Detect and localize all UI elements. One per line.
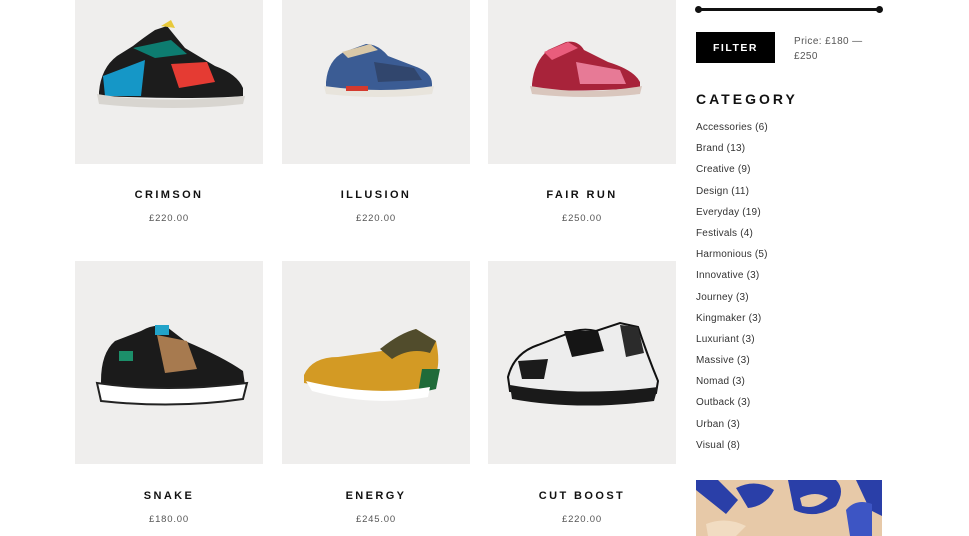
category-item[interactable]: Brand (13): [696, 143, 768, 164]
product-card[interactable]: CRIMSON £220.00: [75, 0, 263, 224]
product-name[interactable]: FAIR RUN: [488, 189, 676, 201]
price-range-slider[interactable]: [695, 6, 883, 13]
product-image[interactable]: [282, 261, 470, 464]
product-price: £220.00: [149, 213, 189, 224]
product-image[interactable]: [75, 261, 263, 464]
sneaker-image-energy: [304, 329, 440, 401]
category-item[interactable]: Luxuriant (3): [696, 334, 768, 355]
product-name[interactable]: ENERGY: [282, 490, 470, 502]
product-card[interactable]: SNAKE £180.00: [75, 261, 263, 525]
price-range-label: Price: £180 — £250: [794, 36, 863, 62]
category-item[interactable]: Innovative (3): [696, 270, 768, 291]
product-image[interactable]: [488, 0, 676, 164]
product-card[interactable]: ENERGY £245.00: [282, 261, 470, 525]
category-item[interactable]: Journey (3): [696, 292, 768, 313]
sneaker-image-cut-boost: [506, 321, 660, 406]
product-image[interactable]: [488, 261, 676, 464]
product-price: £250.00: [562, 213, 602, 224]
product-price: £220.00: [356, 213, 396, 224]
category-item[interactable]: Festivals (4): [696, 228, 768, 249]
product-name[interactable]: CRIMSON: [75, 189, 263, 201]
product-card[interactable]: FAIR RUN £250.00: [488, 0, 676, 224]
category-item[interactable]: Outback (3): [696, 397, 768, 418]
category-list: Accessories (6) Brand (13) Creative (9) …: [696, 122, 768, 461]
category-title: CATEGORY: [696, 91, 798, 107]
slider-max-handle[interactable]: [876, 6, 883, 13]
product-price: £180.00: [149, 514, 189, 525]
product-name[interactable]: SNAKE: [75, 490, 263, 502]
category-item[interactable]: Everyday (19): [696, 207, 768, 228]
product-price: £245.00: [356, 514, 396, 525]
category-item[interactable]: Kingmaker (3): [696, 313, 768, 334]
category-item[interactable]: Urban (3): [696, 419, 768, 440]
sneaker-image-illusion: [324, 44, 434, 97]
category-item[interactable]: Harmonious (5): [696, 249, 768, 270]
category-item[interactable]: Accessories (6): [696, 122, 768, 143]
product-name[interactable]: CUT BOOST: [488, 490, 676, 502]
slider-min-handle[interactable]: [695, 6, 702, 13]
category-item[interactable]: Massive (3): [696, 355, 768, 376]
sneaker-image-fair-run: [530, 41, 642, 97]
promo-banner-image[interactable]: [696, 480, 882, 536]
product-image[interactable]: [282, 0, 470, 164]
filter-button[interactable]: FILTER: [696, 32, 775, 63]
category-item[interactable]: Creative (9): [696, 164, 768, 185]
category-item[interactable]: Nomad (3): [696, 376, 768, 397]
product-name[interactable]: ILLUSION: [282, 189, 470, 201]
sneaker-image-snake: [95, 325, 249, 406]
product-card[interactable]: ILLUSION £220.00: [282, 0, 470, 224]
category-item[interactable]: Visual (8): [696, 440, 768, 461]
product-image[interactable]: [75, 0, 263, 164]
product-price: £220.00: [562, 514, 602, 525]
category-item[interactable]: Design (11): [696, 186, 768, 207]
banner-pattern-image: [696, 480, 882, 536]
sneaker-image-crimson: [97, 20, 245, 108]
product-card[interactable]: CUT BOOST £220.00: [488, 261, 676, 525]
